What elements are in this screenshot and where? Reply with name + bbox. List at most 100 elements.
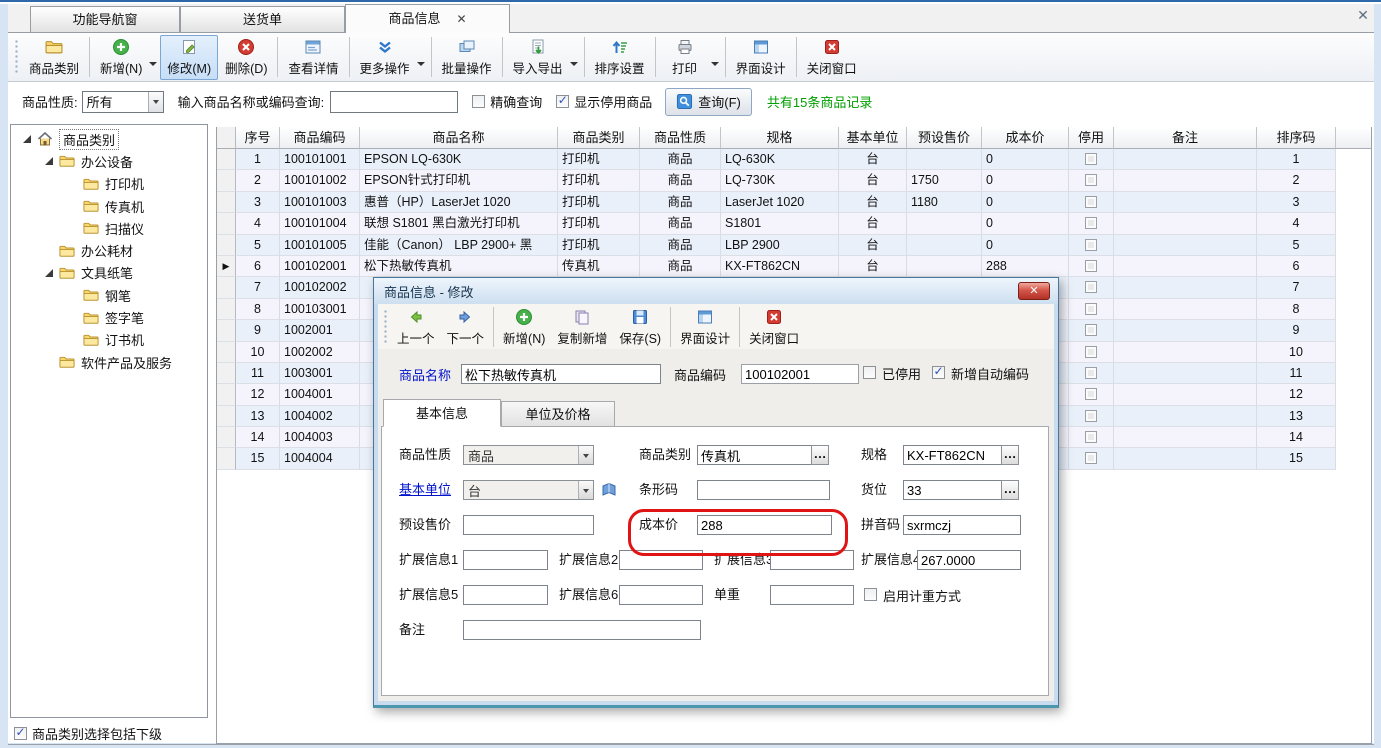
tree-item-stationery[interactable]: 文具纸笔 — [11, 262, 207, 284]
ext5-input[interactable] — [463, 585, 548, 605]
delete-button[interactable]: 删除(D) — [218, 35, 274, 80]
save-button[interactable]: 保存(S) — [613, 306, 667, 348]
disabled-checkbox[interactable] — [1085, 324, 1097, 336]
ext6-input[interactable] — [619, 585, 703, 605]
weigh-mode-checkbox[interactable] — [864, 588, 877, 601]
batch-actions-button[interactable]: 批量操作 — [435, 35, 499, 80]
location-picker-button[interactable]: … — [1001, 480, 1019, 500]
table-row[interactable]: 5 100101005 佳能（Canon） LBP 2900+ 黑 打印机 商品… — [217, 235, 1371, 256]
disabled-checkbox[interactable] — [1085, 346, 1097, 358]
spec-input[interactable] — [903, 445, 1002, 465]
query-button[interactable]: 查询(F) — [665, 88, 752, 116]
tree-item-printer[interactable]: 打印机 — [11, 173, 207, 195]
category-input[interactable] — [697, 445, 812, 465]
unit-book-icon[interactable] — [600, 481, 618, 499]
tree-item-gel-pen[interactable]: 签字笔 — [11, 306, 207, 328]
header-price[interactable]: 预设售价 — [907, 127, 982, 149]
header-nature[interactable]: 商品性质 — [640, 127, 721, 149]
barcode-input[interactable] — [697, 480, 830, 500]
disabled-checkbox[interactable] — [1085, 367, 1097, 379]
print-button[interactable]: 打印 — [659, 35, 711, 80]
next-record-button[interactable]: 下一个 — [441, 306, 491, 348]
header-sortcode[interactable]: 排序码 — [1257, 127, 1336, 149]
disabled-checkbox[interactable] — [1085, 281, 1097, 293]
import-export-dropdown-arrow-icon[interactable] — [570, 62, 578, 70]
previous-record-button[interactable]: 上一个 — [391, 306, 441, 348]
preset-price-input[interactable] — [463, 515, 594, 535]
expand-icon[interactable] — [17, 135, 37, 143]
disabled-checkbox[interactable] — [1085, 452, 1097, 464]
tree-item-pen[interactable]: 钢笔 — [11, 284, 207, 306]
close-window-button[interactable]: 关闭窗口 — [800, 35, 864, 80]
tree-item-fax[interactable]: 传真机 — [11, 195, 207, 217]
spec-picker-button[interactable]: … — [1001, 445, 1019, 465]
disabled-checkbox[interactable] — [1085, 174, 1097, 186]
unit-weight-input[interactable] — [770, 585, 854, 605]
nature-dropdown[interactable]: 商品 — [463, 445, 594, 465]
disabled-checkbox[interactable] — [1085, 196, 1097, 208]
product-category-button[interactable]: 商品类别 — [22, 35, 86, 80]
table-row[interactable]: 1 100101001 EPSON LQ-630K 打印机 商品 LQ-630K… — [217, 149, 1371, 170]
header-code[interactable]: 商品编码 — [280, 127, 360, 149]
autocode-checkbox[interactable] — [932, 366, 945, 379]
table-row[interactable]: 3 100101003 惠普（HP）LaserJet 1020 打印机 商品 L… — [217, 192, 1371, 213]
disabled-checkbox[interactable] — [1085, 260, 1097, 272]
table-row[interactable]: ▶ 6 100102001 松下热敏传真机 传真机 商品 KX-FT862CN … — [217, 256, 1371, 277]
header-spec[interactable]: 规格 — [721, 127, 839, 149]
add-dropdown-arrow-icon[interactable] — [149, 62, 157, 70]
add-button[interactable]: 新增(N) — [93, 35, 149, 80]
disabled-checkbox[interactable] — [1085, 239, 1097, 251]
tab-basic-info[interactable]: 基本信息 — [383, 399, 501, 427]
toolbar-grip-handle[interactable] — [14, 39, 19, 75]
tree-item-software[interactable]: 软件产品及服务 — [11, 351, 207, 373]
dialog-close-window-button[interactable]: 关闭窗口 — [743, 306, 805, 348]
cost-price-input[interactable] — [697, 515, 832, 535]
tab-unit-price[interactable]: 单位及价格 — [501, 401, 615, 427]
header-seq[interactable]: 序号 — [236, 127, 280, 149]
modify-button[interactable]: 修改(M) — [160, 35, 218, 80]
header-unit[interactable]: 基本单位 — [839, 127, 907, 149]
more-actions-button[interactable]: 更多操作 — [353, 35, 417, 80]
tree-item-stapler[interactable]: 订书机 — [11, 329, 207, 351]
tab-close-icon[interactable]: ✕ — [456, 5, 466, 33]
sort-settings-button[interactable]: 排序设置 — [588, 35, 652, 80]
dialog-titlebar[interactable]: 商品信息 - 修改 ✕ — [374, 278, 1058, 304]
dialog-close-button[interactable]: ✕ — [1018, 282, 1050, 300]
pinyin-input[interactable] — [903, 515, 1021, 535]
include-sub-checkbox[interactable] — [14, 727, 27, 740]
tree-item-office-equipment[interactable]: 办公设备 — [11, 150, 207, 172]
product-name-input[interactable] — [461, 364, 661, 384]
disabled-checkbox[interactable] — [1085, 431, 1097, 443]
view-details-button[interactable]: 查看详情 — [281, 35, 345, 80]
table-row[interactable]: 4 100101004 联想 S1801 黑白激光打印机 打印机 商品 S180… — [217, 213, 1371, 234]
expand-icon[interactable] — [39, 157, 59, 165]
show-disabled-checkbox[interactable] — [556, 95, 569, 108]
dropdown-arrow-icon[interactable] — [578, 446, 593, 464]
tree-item-root[interactable]: 商品类别 — [11, 128, 207, 150]
product-code-input[interactable] — [741, 364, 859, 384]
location-input[interactable] — [903, 480, 1002, 500]
more-actions-dropdown-arrow-icon[interactable] — [417, 62, 425, 70]
tab-delivery-note[interactable]: 送货单 — [180, 6, 345, 32]
ext4-input[interactable] — [917, 550, 1021, 570]
header-remark[interactable]: 备注 — [1114, 127, 1257, 149]
import-export-button[interactable]: 导入导出 — [506, 35, 570, 80]
base-unit-dropdown[interactable]: 台 — [463, 480, 594, 500]
dialog-add-button[interactable]: 新增(N) — [497, 306, 551, 348]
search-input[interactable] — [330, 91, 458, 113]
header-category[interactable]: 商品类别 — [558, 127, 640, 149]
header-cost[interactable]: 成本价 — [982, 127, 1069, 149]
exact-search-checkbox[interactable] — [472, 95, 485, 108]
tree-item-office-supplies[interactable]: 办公耗材 — [11, 239, 207, 261]
disabled-checkbox[interactable] — [1085, 303, 1097, 315]
nature-select[interactable]: 所有 — [82, 91, 164, 113]
disabled-checkbox[interactable] — [863, 366, 876, 379]
header-disabled[interactable]: 停用 — [1069, 127, 1114, 149]
header-name[interactable]: 商品名称 — [360, 127, 558, 149]
tree-item-scanner[interactable]: 扫描仪 — [11, 217, 207, 239]
copy-add-button[interactable]: 复制新增 — [551, 306, 613, 348]
ext1-input[interactable] — [463, 550, 548, 570]
tab-product-info[interactable]: 商品信息 ✕ — [345, 4, 510, 33]
table-row[interactable]: 2 100101002 EPSON针式打印机 打印机 商品 LQ-730K 台 … — [217, 170, 1371, 191]
select-arrow-icon[interactable] — [148, 92, 163, 112]
